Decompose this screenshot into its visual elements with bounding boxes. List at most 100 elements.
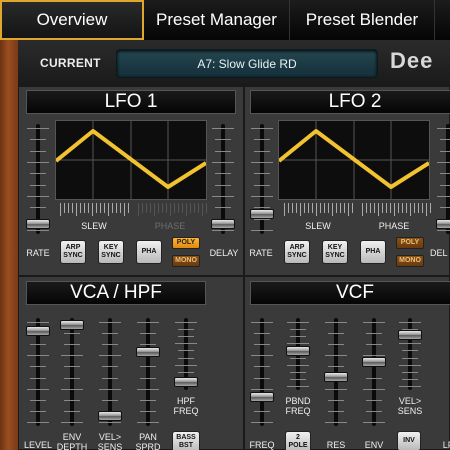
slider-track — [36, 124, 40, 234]
slider-tick — [99, 355, 121, 357]
lfo2-arp-sync-button[interactable]: ARP SYNC — [284, 240, 310, 264]
brand-logo: Dee — [390, 48, 434, 73]
slider-thumb[interactable] — [398, 330, 422, 341]
slider-tick — [370, 203, 371, 213]
invert-button[interactable]: INV — [397, 431, 421, 450]
slider-tick — [140, 410, 156, 412]
slider-thumb[interactable] — [436, 219, 450, 229]
slider-thumb[interactable] — [26, 219, 50, 229]
slider-tick — [406, 203, 407, 213]
lfo1-arp-sync-button[interactable]: ARP SYNC — [60, 240, 86, 264]
slider-tick — [366, 377, 382, 379]
lfo2-phase-slider[interactable] — [362, 203, 431, 217]
slider-tick — [30, 139, 46, 141]
lfo2-pha-button[interactable]: PHA — [360, 240, 386, 264]
slider-tick — [80, 203, 81, 213]
slider-thumb[interactable] — [250, 391, 274, 402]
slider-thumb[interactable] — [250, 209, 274, 219]
vca-slider-vel-sens[interactable] — [98, 318, 122, 426]
slider-thumb[interactable] — [324, 371, 348, 382]
lfo1-rate-slider[interactable] — [26, 124, 50, 234]
vca-slider-hpf-freq[interactable] — [174, 318, 198, 390]
slider-tick — [212, 230, 234, 231]
tab-preset-blender[interactable]: Preset Blender — [290, 0, 435, 40]
slider-thumb[interactable] — [136, 347, 160, 358]
slider-tick — [440, 207, 450, 209]
slider-tick — [251, 355, 273, 357]
slider-tick — [288, 203, 289, 213]
slider-tick — [437, 230, 450, 231]
slider-tick — [437, 196, 450, 197]
slider-tick — [328, 344, 344, 346]
vcf-slider-env[interactable] — [362, 318, 386, 426]
vca-slider-level[interactable] — [26, 318, 50, 426]
slider-tick — [64, 344, 80, 346]
lfo1-key-sync-button[interactable]: KEY SYNC — [98, 240, 124, 264]
slider-track — [146, 318, 150, 426]
lfo2-poly-button[interactable]: POLY — [396, 237, 424, 249]
vca-slider-label: HPF FREQ — [173, 396, 199, 416]
slider-track — [260, 318, 264, 426]
slider-thumb[interactable] — [98, 411, 122, 422]
two-pole-button[interactable]: 2 POLE — [285, 431, 311, 450]
bass-boost-button[interactable]: BASS BST — [172, 431, 200, 450]
slider-thumb[interactable] — [60, 319, 84, 330]
lfo1-pha-button[interactable]: PHA — [136, 240, 162, 264]
lfo2-mono-button[interactable]: MONO — [396, 255, 424, 267]
slider-tick — [254, 344, 270, 346]
vca-slider-env-depth[interactable] — [60, 318, 84, 426]
lfo2-key-sync-button[interactable]: KEY SYNC — [322, 240, 348, 264]
current-label: CURRENT — [40, 56, 101, 70]
slider-tick — [154, 203, 155, 216]
lfo1-mono-button[interactable]: MONO — [172, 255, 200, 267]
vcf-slider-label: VEL> SENS — [397, 396, 423, 416]
slider-tick — [366, 203, 367, 213]
lfo1-delay-slider[interactable] — [211, 124, 235, 234]
slider-tick — [102, 377, 118, 379]
slider-tick — [88, 203, 89, 213]
vcf-slider-label: RES — [326, 440, 346, 450]
slider-tick — [30, 184, 46, 186]
slider-tick — [251, 388, 273, 390]
vcf-slider-freq[interactable] — [250, 318, 274, 426]
slider-tick — [178, 357, 194, 359]
slider-thumb[interactable] — [26, 325, 50, 336]
slider-tick — [137, 388, 159, 390]
slider-tick — [137, 422, 159, 423]
slider-thumb[interactable] — [362, 357, 386, 368]
vcf-slider-vel-sens[interactable] — [398, 318, 422, 390]
slider-tick — [64, 203, 65, 213]
slider-tick — [64, 377, 80, 379]
lfo2-delay-slider[interactable] — [436, 124, 450, 234]
lfo1-slew-slider[interactable] — [60, 203, 129, 217]
slider-thumb[interactable] — [174, 376, 198, 387]
slider-tick — [72, 203, 73, 213]
slider-tick — [175, 364, 197, 366]
slider-tick — [30, 207, 46, 209]
tab-preset-manager[interactable]: Preset Manager — [144, 0, 290, 40]
lfo1-phase-slider[interactable] — [138, 203, 207, 217]
slider-tick — [292, 203, 293, 213]
slider-track — [372, 318, 376, 426]
slider-tick — [99, 422, 121, 423]
preset-display[interactable]: A7: Slow Glide RD — [116, 49, 378, 78]
slider-tick — [64, 399, 80, 401]
vca-slider-pan-sprd[interactable] — [136, 318, 160, 426]
slider-thumb[interactable] — [211, 219, 235, 229]
tab-bar: Overview Preset Manager Preset Blender — [0, 0, 450, 40]
slider-tick — [440, 139, 450, 141]
lfo1-waveform-display — [55, 120, 207, 200]
lfo2-slew-slider[interactable] — [284, 203, 353, 217]
lfo2-rate-slider[interactable] — [250, 124, 274, 234]
slider-tick — [251, 322, 273, 323]
slider-tick — [290, 378, 306, 380]
slider-thumb[interactable] — [286, 345, 310, 356]
slider-tick — [142, 203, 143, 213]
vcf-slider-pbnd-freq[interactable] — [286, 318, 310, 390]
vcf-slider-res[interactable] — [324, 318, 348, 426]
slider-tick — [194, 203, 195, 213]
slider-tick — [290, 371, 306, 373]
tab-overview[interactable]: Overview — [0, 0, 144, 40]
slider-tick — [27, 355, 49, 357]
lfo1-poly-button[interactable]: POLY — [172, 237, 200, 249]
